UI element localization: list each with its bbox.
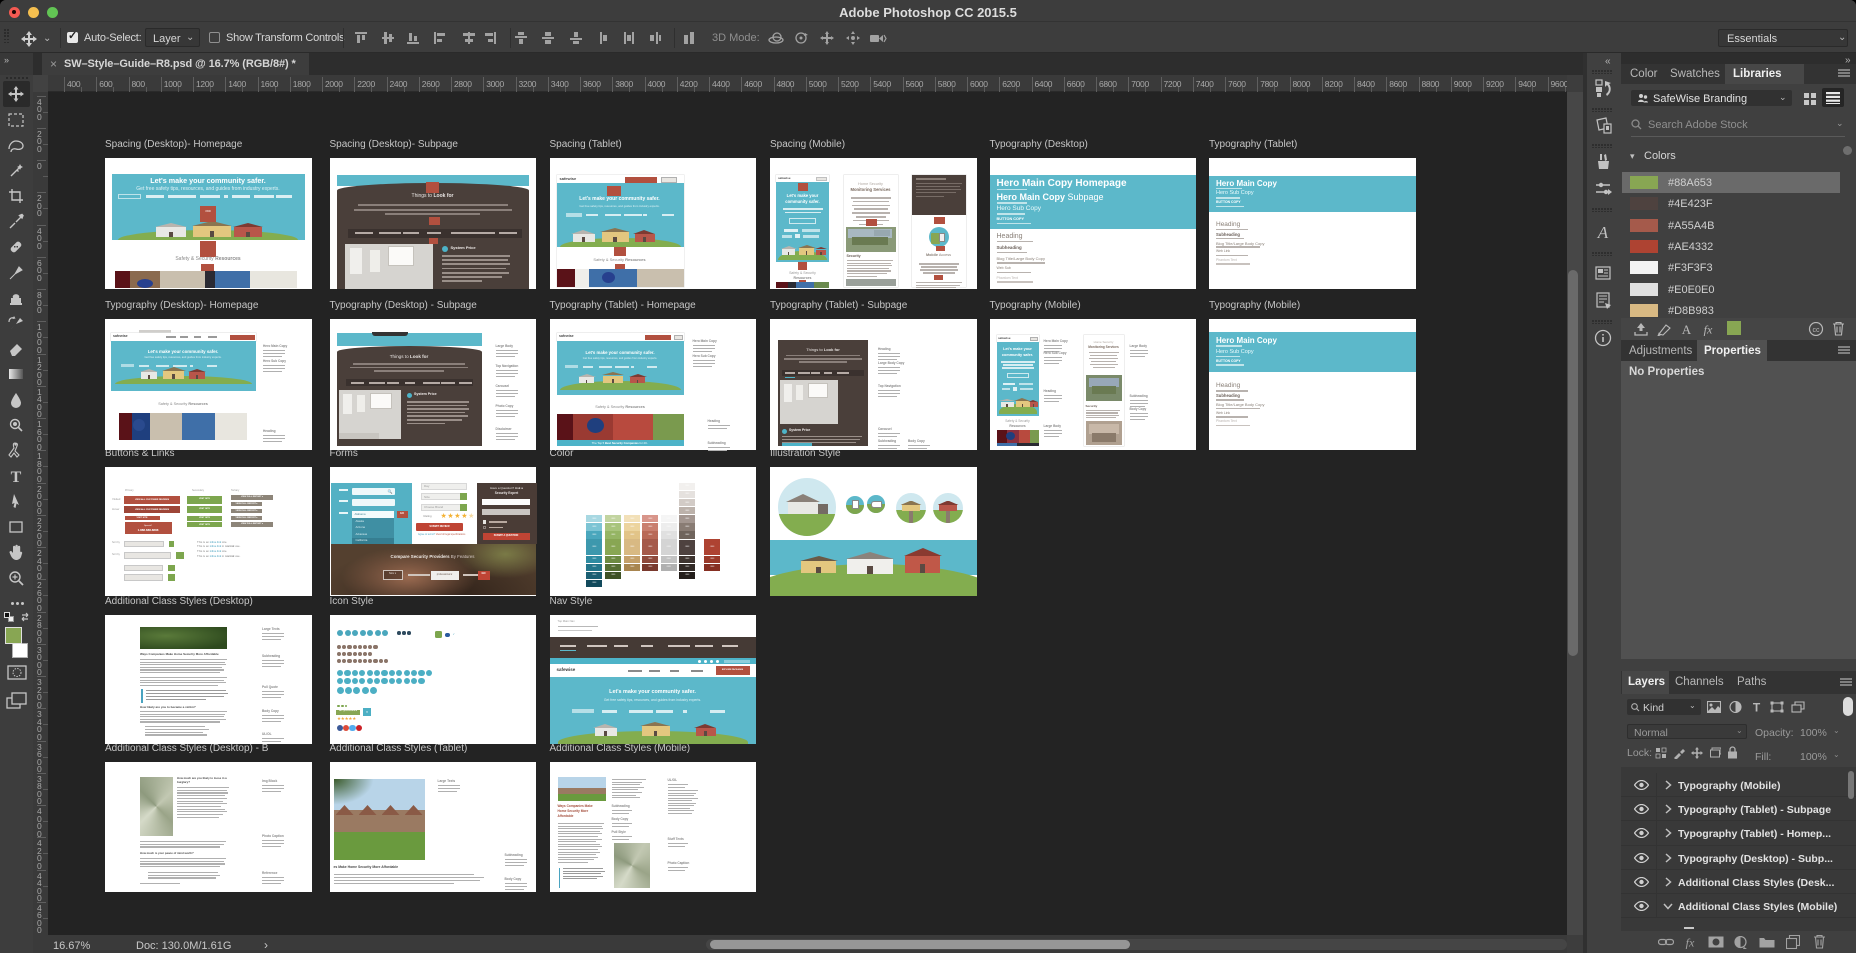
- svg-text:fx: fx: [1686, 936, 1695, 950]
- svg-text:cc: cc: [1813, 327, 1821, 334]
- svg-text:A: A: [1682, 322, 1692, 336]
- svg-text:A: A: [1597, 223, 1609, 242]
- svg-text:T: T: [11, 469, 22, 485]
- svg-text:T: T: [1753, 701, 1761, 713]
- svg-text:fx: fx: [1704, 323, 1713, 337]
